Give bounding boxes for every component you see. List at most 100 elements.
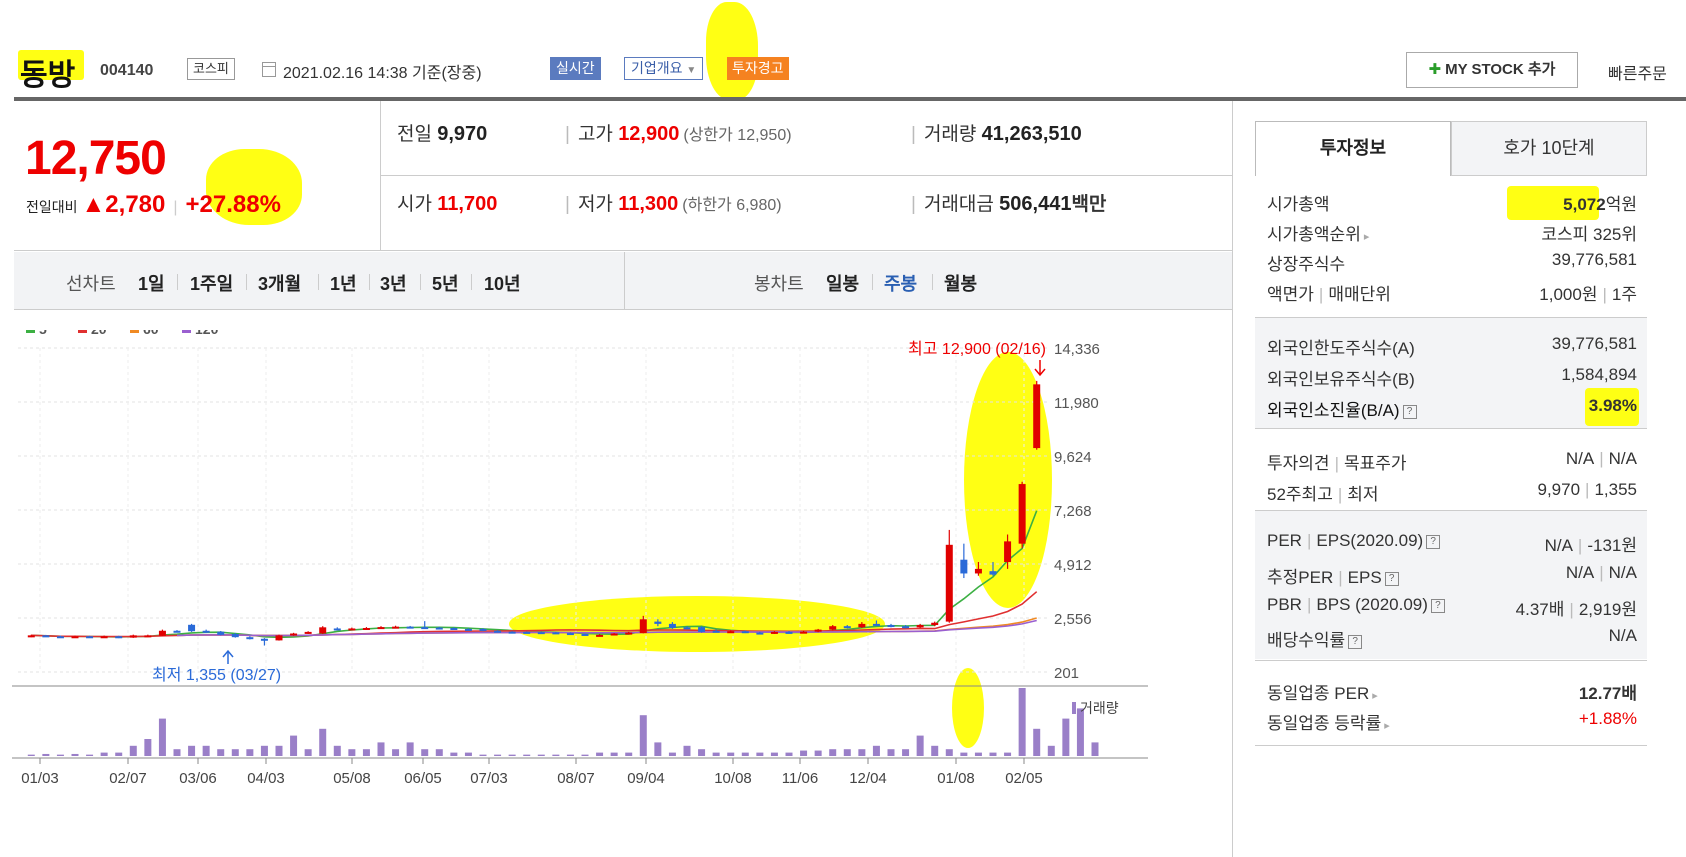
- tab-daily[interactable]: 일봉: [826, 270, 859, 296]
- candle-body: [727, 631, 735, 634]
- row-value: 4.37배 | 2,919원: [1516, 595, 1637, 620]
- candle-body: [260, 638, 268, 641]
- info-row-52week: 52주최고 | 최저 9,970 | 1,355: [1267, 480, 1637, 508]
- row-label-text: 시가총액순위: [1267, 225, 1361, 244]
- volume-bar: [319, 728, 327, 756]
- change-percent: +27.88%: [185, 191, 281, 218]
- row-value: N/A | N/A: [1566, 449, 1637, 469]
- tab-3month[interactable]: 3개월: [258, 270, 301, 296]
- info-row-dividend: 배당수익률? N/A: [1267, 626, 1637, 654]
- volume-bar: [362, 749, 370, 756]
- x-tick-label: 11/06: [782, 770, 818, 787]
- tab-monthly[interactable]: 월봉: [944, 270, 977, 296]
- quick-order-link[interactable]: 빠른주문: [1608, 60, 1667, 84]
- foreign-section: 외국인한도주식수(A) 39,776,581 외국인보유주식수(B) 1,584,8…: [1255, 318, 1647, 428]
- volume-bar: [1062, 718, 1070, 756]
- highlight-mark: [509, 596, 885, 652]
- tab-3year[interactable]: 3년: [380, 270, 407, 296]
- divider: |: [1602, 285, 1607, 304]
- help-icon[interactable]: ?: [1348, 634, 1363, 649]
- candle-body: [450, 628, 458, 631]
- candle-body: [552, 632, 560, 635]
- candle-body: [974, 568, 982, 574]
- tab-1week[interactable]: 1주일: [190, 270, 233, 296]
- candle-body: [654, 621, 662, 624]
- chevron-right-icon: ▸: [1363, 231, 1370, 243]
- market-cap-section: 시가총액 5,072억원 시가총액순위 ▸ 코스피 325위 상장주식수 39,776,…: [1255, 176, 1647, 316]
- candle-body: [319, 627, 327, 634]
- volume-bar: [450, 752, 458, 756]
- tab-1year[interactable]: 1년: [330, 270, 357, 296]
- info-row-industry-change[interactable]: 동일업종 등락률 ▸ +1.88%: [1267, 709, 1637, 737]
- help-icon[interactable]: ?: [1402, 404, 1417, 419]
- mystock-add-button[interactable]: ✚ MY STOCK 추가: [1406, 52, 1578, 88]
- low-annotation: 최저 1,355 (03/27): [152, 666, 281, 684]
- legend-swatch: [26, 324, 35, 333]
- volume-bar: [770, 752, 778, 756]
- info-row-foreign-ratio: 외국인소진율(B/A)? 3.98%: [1267, 396, 1637, 424]
- volume-bar: [129, 745, 137, 756]
- tab-1day[interactable]: 1일: [138, 270, 165, 296]
- investment-warning-badge[interactable]: 투자경고: [727, 57, 789, 80]
- candle-body: [115, 636, 123, 639]
- volume-bar: [100, 752, 108, 756]
- x-tick-label: 01/03: [21, 770, 59, 787]
- candle-body: [348, 628, 356, 631]
- candle-body: [945, 544, 953, 622]
- volume-bar: [27, 754, 35, 756]
- info-row-market-cap-rank[interactable]: 시가총액순위 ▸ 코스피 325위: [1267, 220, 1637, 248]
- candle-body: [639, 619, 647, 634]
- chart-tabs: 선차트 1일 1주일 3개월 1년 3년 5년 10년 봉차트 일봉 주봉 월봉: [14, 252, 1232, 310]
- low-value: 11,300: [618, 193, 679, 215]
- candle-body: [231, 633, 239, 638]
- legend-label: 60: [143, 330, 159, 337]
- volume-bar: [698, 749, 706, 756]
- help-icon[interactable]: ?: [1430, 598, 1445, 613]
- tab-5year[interactable]: 5년: [432, 270, 459, 296]
- volume-bar: [333, 745, 341, 756]
- volume-bar: [348, 749, 356, 756]
- info-row-industry-per[interactable]: 동일업종 PER ▸ 12.77배: [1267, 679, 1637, 707]
- grid-divider: [381, 175, 1233, 176]
- change-amount: 2,780: [105, 191, 166, 218]
- volume-bar: [785, 752, 793, 756]
- tab-orderbook-10[interactable]: 호가 10단계: [1451, 121, 1647, 176]
- volume-bar: [523, 754, 531, 756]
- volume-bar: [566, 754, 574, 756]
- volume-bar: [887, 749, 895, 756]
- candle-body: [770, 631, 778, 634]
- tab-invest-info[interactable]: 투자정보: [1255, 121, 1451, 176]
- candle-body: [304, 631, 312, 634]
- x-tick-label: 10/08: [714, 770, 752, 787]
- stock-name: 동방: [20, 59, 76, 92]
- tab-10year[interactable]: 10년: [484, 270, 521, 296]
- company-overview-label: 기업개요: [631, 60, 683, 76]
- x-tick-label: 06/05: [404, 770, 442, 787]
- plus-icon: ✚: [1428, 61, 1442, 78]
- company-overview-dropdown[interactable]: 기업개요 ▼: [624, 57, 704, 80]
- row-label: 투자의견 | 목표주가: [1267, 449, 1407, 474]
- row-label-b: 매매단위: [1328, 285, 1391, 304]
- candle-body: [756, 632, 764, 635]
- candle-body: [902, 626, 910, 629]
- candle-body: [392, 626, 400, 629]
- volume-bar: [464, 752, 472, 756]
- row-label: 외국인소진율(B/A)?: [1267, 396, 1417, 421]
- volume-bar: [596, 752, 604, 756]
- price-chart[interactable]: 5 20 60 120 거래량 14,336 11,980 9,624 7,268 4,912…: [0, 321, 1232, 857]
- volume-bar: [1018, 688, 1026, 756]
- help-icon[interactable]: ?: [1384, 571, 1399, 586]
- highlight-mark: [706, 2, 758, 100]
- realtime-button[interactable]: 실시간: [550, 57, 601, 80]
- divider: |: [1599, 449, 1604, 468]
- industry-per-value: 12.77배: [1578, 684, 1637, 703]
- candle-body: [479, 628, 487, 631]
- help-icon[interactable]: ?: [1426, 534, 1441, 549]
- tab-weekly[interactable]: 주봉: [884, 270, 917, 296]
- info-row-market-cap: 시가총액 5,072억원: [1267, 190, 1637, 218]
- amount-value: 506,441: [999, 193, 1072, 215]
- candle-body: [464, 628, 472, 631]
- amount-label: 거래대금: [923, 194, 994, 215]
- candle-body: [158, 630, 166, 636]
- volume-bar: [1033, 728, 1041, 756]
